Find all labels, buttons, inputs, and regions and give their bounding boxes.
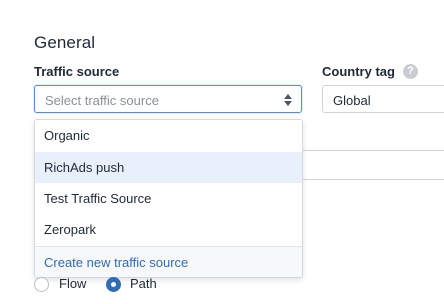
obscured-field bbox=[302, 150, 444, 180]
path-radio-label: Path bbox=[130, 276, 157, 291]
country-tag-label: Country tag bbox=[322, 64, 395, 79]
country-tag-value: Global bbox=[333, 93, 371, 108]
flow-radio[interactable] bbox=[34, 277, 49, 292]
flow-radio-label: Flow bbox=[59, 276, 87, 291]
country-tag-select[interactable]: Global bbox=[322, 85, 444, 113]
option-test-traffic-source[interactable]: Test Traffic Source bbox=[35, 183, 302, 214]
option-zeropark[interactable]: Zeropark bbox=[35, 214, 302, 245]
option-organic[interactable]: Organic bbox=[35, 120, 302, 151]
create-traffic-source-link[interactable]: Create new traffic source bbox=[35, 246, 302, 277]
select-arrows-icon bbox=[284, 94, 292, 106]
section-title: General bbox=[34, 33, 96, 52]
traffic-source-label: Traffic source bbox=[34, 64, 120, 79]
option-richads-push[interactable]: RichAds push bbox=[35, 152, 302, 183]
traffic-source-placeholder: Select traffic source bbox=[45, 93, 159, 108]
traffic-source-dropdown: Organic RichAds push Test Traffic Source… bbox=[34, 119, 303, 278]
settings-panel: General Traffic source Country tag ? Sel… bbox=[0, 0, 444, 304]
help-icon[interactable]: ? bbox=[403, 64, 418, 79]
traffic-source-select[interactable]: Select traffic source bbox=[34, 85, 302, 113]
path-radio[interactable] bbox=[106, 277, 121, 292]
